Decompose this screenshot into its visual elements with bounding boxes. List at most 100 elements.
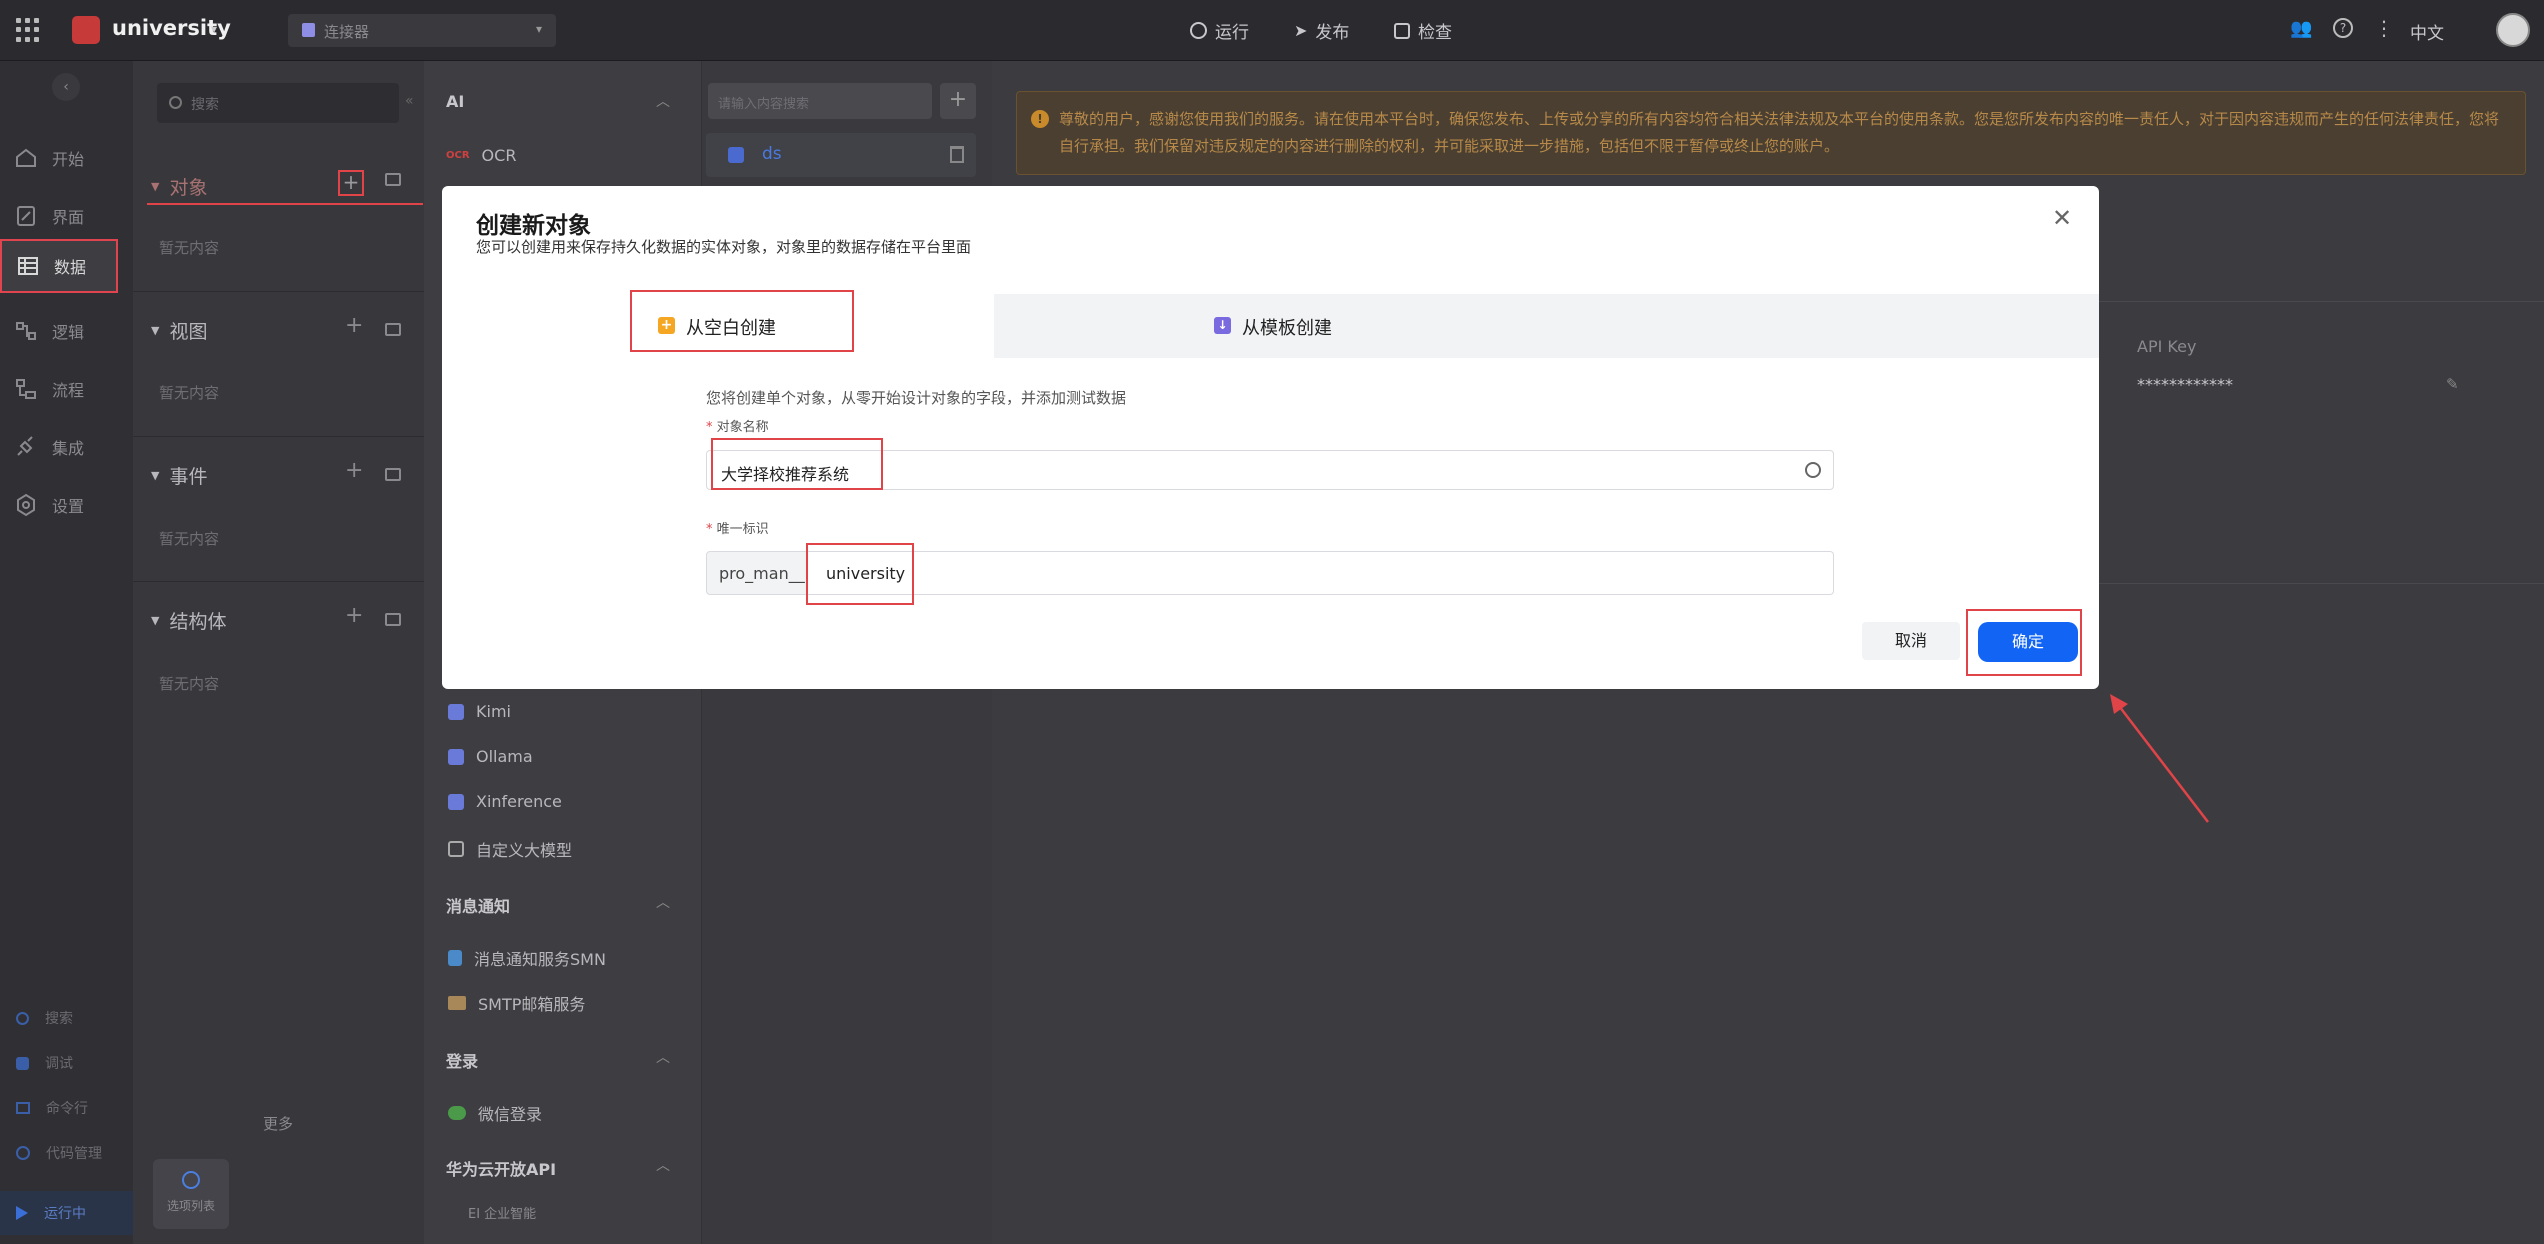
objects-underline (147, 203, 423, 205)
divider (133, 581, 424, 582)
chevron-up-icon[interactable]: ︿ (656, 1155, 670, 1175)
home-icon (16, 148, 36, 167)
group-notify[interactable]: 消息通知 (446, 893, 510, 917)
warning-icon: ! (1031, 110, 1049, 128)
caret-down-icon: ▼ (151, 469, 160, 482)
group-ai[interactable]: AI (446, 92, 464, 111)
chevron-up-icon[interactable]: ︿ (656, 1047, 670, 1067)
trash-icon[interactable] (950, 146, 964, 163)
folder-icon[interactable] (385, 613, 401, 626)
connector-smn[interactable]: 消息通知服务SMN (448, 946, 606, 970)
list-search-input[interactable]: 请输入内容搜索 (708, 83, 932, 119)
add-icon[interactable]: + (345, 313, 363, 338)
rail-search[interactable]: 搜索 (16, 1008, 73, 1028)
more-vertical-icon[interactable]: ⋮ (2374, 16, 2394, 40)
options-list-button[interactable]: 选项列表 (153, 1159, 229, 1229)
check-button[interactable]: 检查 (1394, 18, 1452, 43)
avatar[interactable] (2496, 13, 2530, 47)
gear-icon (182, 1171, 200, 1189)
logic-icon (16, 322, 36, 340)
edit-icon[interactable]: ✎ (2446, 375, 2459, 393)
connector-xinference[interactable]: Xinference (448, 792, 562, 811)
folder-icon[interactable] (385, 323, 401, 336)
rail-code[interactable]: 代码管理 (16, 1143, 102, 1163)
more-link[interactable]: 更多 (263, 1113, 293, 1134)
rail-label: 数据 (54, 258, 87, 277)
connector-ollama[interactable]: Ollama (448, 747, 533, 766)
rail-item-settings[interactable]: 设置 (0, 478, 133, 532)
section-objects[interactable]: ▼ 对象 (151, 173, 207, 200)
users-icon[interactable]: 👥 (2290, 18, 2312, 39)
tab-template[interactable]: ↓ 从模板创建 (994, 294, 2099, 358)
connector-ei[interactable]: EI 企业智能 (468, 1203, 536, 1222)
cancel-button[interactable]: 取消 (1862, 622, 1960, 660)
section-title: 视图 (169, 321, 208, 343)
rail-bottom-label: 命令行 (46, 1101, 88, 1117)
rail-item-start[interactable]: 开始 (0, 131, 133, 185)
connector-custom-llm[interactable]: 自定义大模型 (448, 837, 572, 861)
folder-icon[interactable] (385, 173, 401, 186)
highlight-box (1966, 609, 2082, 676)
collapse-panel-icon[interactable]: « (405, 93, 414, 109)
debug-icon (16, 1056, 29, 1070)
create-object-dialog: 创建新对象 您可以创建用来保存持久化数据的实体对象，对象里的数据存储在平台里面 … (442, 186, 2099, 689)
notice-banner: ! 尊敬的用户，感谢您使用我们的服务。请在使用本平台时，确保您发布、上传或分享的… (1016, 91, 2526, 175)
chevron-up-icon[interactable]: ︿ (656, 892, 670, 912)
group-login[interactable]: 登录 (446, 1048, 478, 1072)
rail-item-flow[interactable]: 流程 (0, 362, 133, 416)
chevron-down-icon[interactable]: ▾ (211, 22, 217, 36)
unique-id-input[interactable]: university (808, 551, 1834, 595)
tab-label: 从模板创建 (1242, 318, 1332, 339)
connector-kimi[interactable]: Kimi (448, 702, 511, 721)
connector-ocr[interactable]: OCR OCR (446, 146, 516, 165)
connector-icon (302, 23, 315, 37)
add-object-button[interactable]: + (338, 170, 364, 196)
rail-item-ui[interactable]: 界面 (0, 189, 133, 243)
options-label: 选项列表 (166, 1199, 215, 1213)
section-events[interactable]: ▼ 事件 (151, 462, 207, 489)
apps-grid-icon[interactable] (16, 18, 40, 42)
section-structs[interactable]: ▼ 结构体 (151, 607, 226, 634)
download-square-icon: ↓ (1214, 317, 1231, 334)
annotation-arrow (2110, 694, 2209, 823)
rail-item-logic[interactable]: 逻辑 (0, 304, 133, 358)
connector-select[interactable]: 连接器 ▾ (288, 14, 556, 47)
connector-label: EI 企业智能 (468, 1207, 537, 1222)
top-bar: university ▾ 连接器 ▾ 运行 ➤ 发布 检查 👥 ? ⋮ 中文 (0, 0, 2544, 61)
add-button[interactable]: + (940, 83, 976, 119)
connector-label: Xinference (476, 792, 562, 811)
panel-search-input[interactable]: 搜索 (157, 83, 399, 123)
publish-label: 发布 (1315, 23, 1350, 43)
rail-terminal[interactable]: 命令行 (16, 1098, 88, 1118)
add-icon[interactable]: + (345, 603, 363, 628)
connector-smtp[interactable]: SMTP邮箱服务 (448, 991, 585, 1015)
globe-icon[interactable] (1805, 462, 1821, 478)
group-huawei[interactable]: 华为云开放API (446, 1156, 556, 1180)
connector-wechat[interactable]: 微信登录 (448, 1101, 542, 1125)
highlight-box (630, 290, 854, 352)
collapse-icon[interactable]: ‹ (52, 73, 80, 101)
rail-item-integration[interactable]: 集成 (0, 420, 133, 474)
rail-label: 集成 (52, 439, 85, 458)
close-icon[interactable]: ✕ (2050, 206, 2074, 230)
language-switch[interactable]: 中文 (2410, 19, 2444, 44)
help-icon[interactable]: ? (2333, 18, 2353, 38)
section-title: 对象 (169, 177, 208, 199)
rail-debug[interactable]: 调试 (16, 1053, 73, 1073)
name-field-label: * 对象名称 (706, 420, 769, 435)
caret-down-icon: ▼ (151, 180, 160, 193)
publish-button[interactable]: ➤ 发布 (1294, 18, 1349, 43)
folder-icon[interactable] (385, 468, 401, 481)
rail-running[interactable]: 运行中 (0, 1191, 133, 1235)
cube-icon (448, 793, 464, 810)
dialog-title: 创建新对象 (476, 213, 591, 239)
terminal-icon (16, 1102, 30, 1114)
section-views[interactable]: ▼ 视图 (151, 317, 207, 344)
rail-item-data[interactable]: 数据 (0, 239, 118, 293)
rail-bottom-label: 运行中 (44, 1206, 86, 1222)
chevron-up-icon[interactable]: ︿ (656, 91, 670, 111)
list-item-ds[interactable]: ds (706, 133, 976, 177)
add-icon[interactable]: + (345, 458, 363, 483)
run-button[interactable]: 运行 (1190, 18, 1249, 43)
check-label: 检查 (1418, 23, 1452, 43)
